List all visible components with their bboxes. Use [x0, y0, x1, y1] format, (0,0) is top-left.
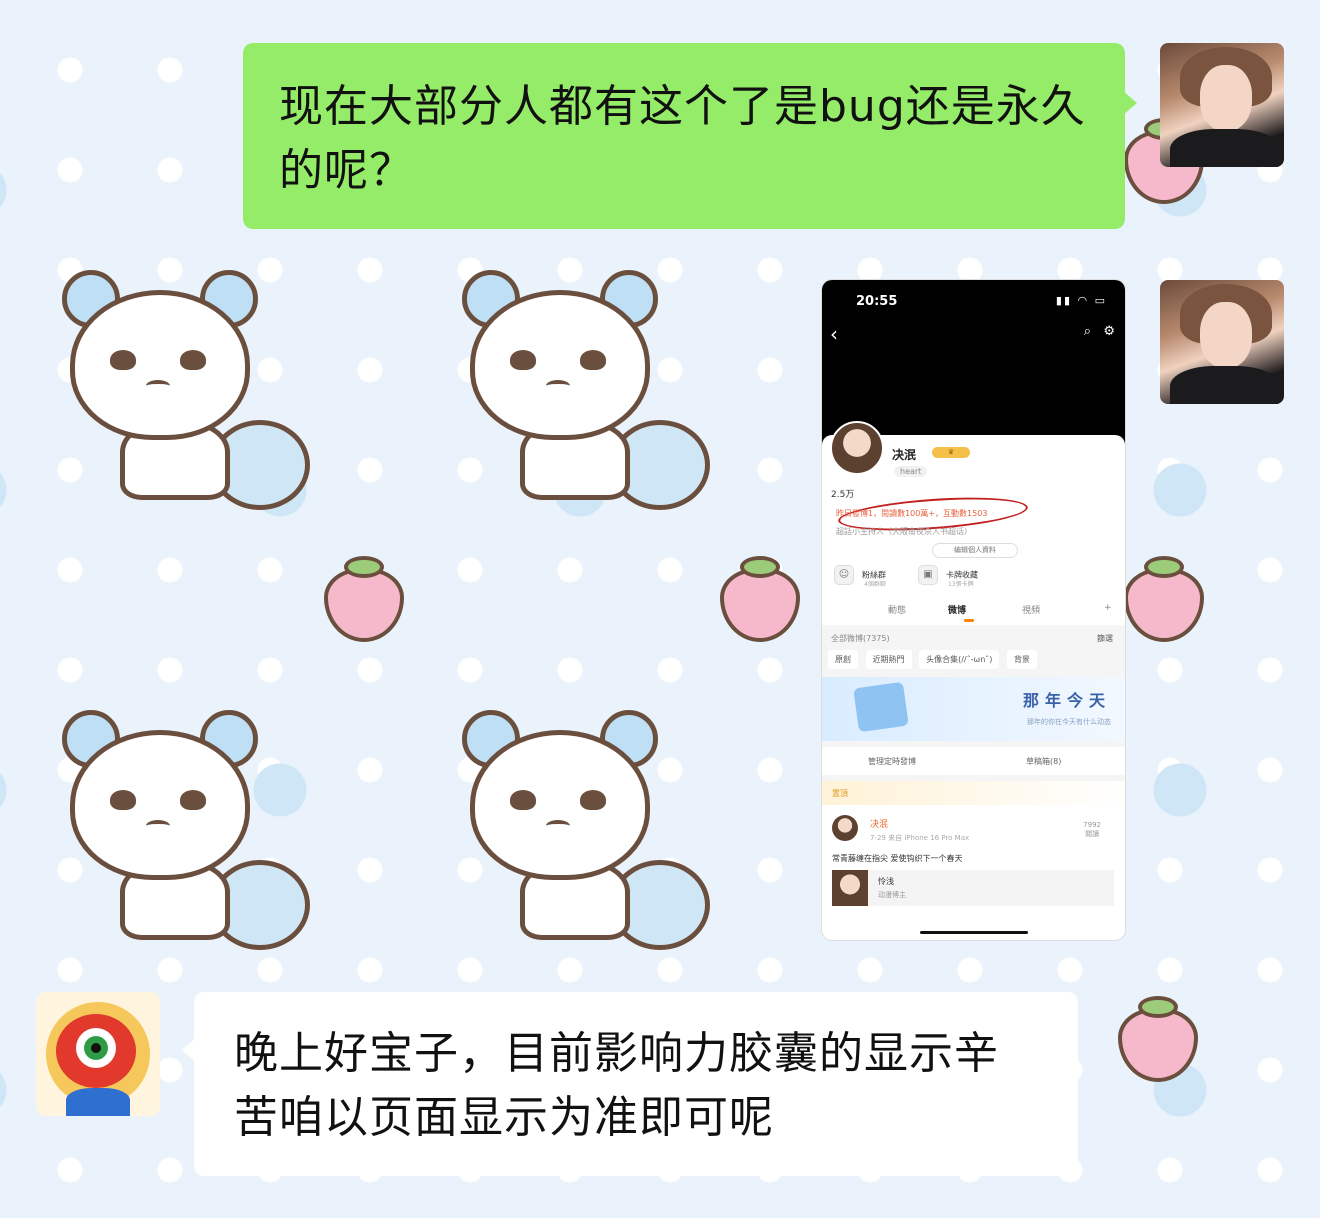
profile-tabs: 動態 微博 視頻 +: [822, 595, 1125, 623]
strawberry-decoration: [1118, 996, 1198, 1082]
weibo-list: 全部微博(7375) 篩選 原創 近期熱門 头像合集(//ˆ-ωnˆ) 背景 那…: [822, 625, 1125, 910]
chip-hot: 近期熱門: [865, 650, 912, 669]
vip-badge: ♛: [932, 447, 970, 458]
gear-icon: ⚙: [1103, 324, 1115, 339]
tab-indicator: [964, 619, 974, 622]
post-meta: 7-29 来自 iPhone 16 Pro Max: [870, 834, 970, 842]
post-read-count: 7992 閱讀: [1083, 821, 1101, 838]
chip-original: 原創: [828, 650, 858, 669]
people-icon: ☺: [834, 565, 854, 585]
banner-subtitle: 那年的你在今天有什么动态: [1027, 718, 1111, 726]
profile-tag: heart: [894, 466, 928, 477]
profile-name: 决泯: [892, 448, 917, 462]
cat-decoration: [60, 270, 310, 510]
filter-button: 篩選: [1097, 634, 1113, 643]
sent-message-bubble[interactable]: 现在大部分人都有这个了是bug还是永久的呢？: [243, 43, 1137, 229]
strawberry-decoration: [1124, 556, 1204, 642]
post-text: 常青藤缠在指尖 爱使钩织下一个春天: [832, 854, 963, 863]
post-avatar: [832, 815, 858, 841]
card-collection-entry: ▣ 卡牌收藏 13張卡牌: [918, 565, 978, 588]
influence-capsule-line: 昨日發博1，閱讀數100萬+，互動數1503: [836, 509, 988, 518]
profile-card: 决泯 ♛ heart 2.5万 昨日發博1，閱讀數100萬+，互動數1503 超…: [822, 421, 1125, 625]
chip-background: 背景: [1006, 650, 1037, 669]
cat-decoration: [460, 710, 710, 950]
tab-add: +: [1104, 603, 1112, 613]
user-avatar[interactable]: [1160, 43, 1284, 167]
tab-weibo: 微博: [948, 606, 967, 616]
card-icon: ▣: [918, 565, 938, 585]
back-icon: ‹: [830, 322, 838, 346]
drafts-link: 草稿箱(8): [1026, 757, 1062, 766]
fans-group-entry: ☺ 粉絲群 4個群聊: [834, 565, 886, 588]
sent-message-text: 现在大部分人都有这个了是bug还是永久的呢？: [279, 81, 1086, 196]
user-avatar[interactable]: [1160, 280, 1284, 404]
edit-profile-button: 编辑個人資料: [932, 543, 1018, 558]
quote-name: 怜浅: [878, 877, 894, 886]
banner-title: 那年今天: [1022, 691, 1111, 710]
received-message-bubble[interactable]: 晚上好宝子，目前影响力胶囊的显示辛苦咱以页面显示为准即可呢: [182, 992, 1078, 1176]
strawberry-decoration: [324, 556, 404, 642]
post-quote-card: 怜浅 动漫博主: [832, 870, 1114, 906]
chip-avatar: 头像合集(//ˆ-ωnˆ): [919, 650, 1000, 669]
weibo-assistant-avatar[interactable]: [36, 992, 160, 1116]
home-indicator: [920, 931, 1028, 934]
cat-decoration: [60, 710, 310, 950]
status-time: 20:55: [856, 294, 898, 309]
scheduled-posts-link: 管理定時發博: [868, 757, 916, 766]
on-this-day-banner: 那年今天 那年的你在今天有什么动态: [822, 677, 1125, 741]
calendar-icon: [853, 681, 909, 733]
quote-thumbnail: [832, 870, 868, 906]
received-message-text: 晚上好宝子，目前影响力胶囊的显示辛苦咱以页面显示为准即可呢: [234, 1028, 999, 1143]
pinned-post: 置頂 决泯 7-29 来自 iPhone 16 Pro Max 7992 閱讀 常…: [822, 781, 1125, 910]
pinned-label: 置頂: [822, 781, 1125, 805]
quote-subtitle: 动漫博主: [878, 891, 906, 899]
category-chips: 原創 近期熱門 头像合集(//ˆ-ωnˆ) 背景: [828, 650, 1042, 669]
stats-prefix: 2.5万: [831, 490, 855, 500]
profile-cover: 20:55 ▮▮ ◠ ▭ ‹ ⌕ ⚙: [822, 280, 1125, 445]
all-weibo-count: 全部微博(7375): [831, 634, 890, 643]
post-author: 决泯: [870, 820, 889, 830]
manage-row: 管理定時發博 草稿箱(8): [822, 747, 1125, 775]
cat-decoration: [460, 270, 710, 510]
strawberry-decoration: [720, 556, 800, 642]
sent-image-message[interactable]: 20:55 ▮▮ ◠ ▭ ‹ ⌕ ⚙ 决泯 ♛ heart 2.5万 昨日發博1…: [822, 280, 1125, 940]
tab-video: 視頻: [1022, 606, 1041, 616]
profile-avatar: [830, 421, 884, 475]
search-icon: ⌕: [1083, 324, 1091, 339]
super-topic-line: 超話小主持人（大阪南夜杀人书超话）: [836, 527, 972, 536]
tab-dynamic: 動態: [888, 606, 907, 616]
status-icons: ▮▮ ◠ ▭: [1055, 294, 1107, 307]
